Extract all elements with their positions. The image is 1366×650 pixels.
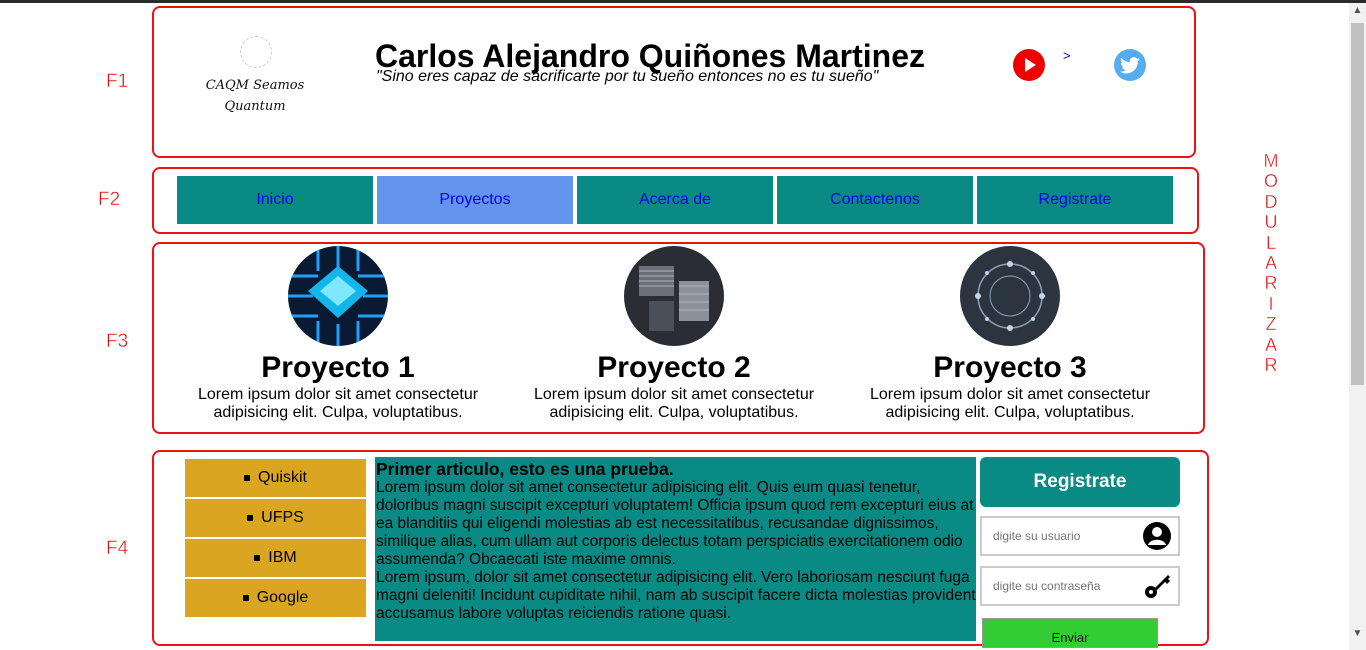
vertical-letter: R xyxy=(1264,273,1278,294)
nav-frame: Inicio Proyectos Acerca de Contactenos R… xyxy=(152,167,1199,234)
project-desc-line: adipisicing elit. Culpa, voluptatibus. xyxy=(885,404,1135,421)
nav-item-acerca-de[interactable]: Acerca de xyxy=(577,176,773,224)
project-3-image xyxy=(960,246,1060,346)
password-field xyxy=(980,566,1180,606)
project-desc-line: adipisicing elit. Culpa, voluptatibus. xyxy=(549,404,799,421)
article: Primer articulo, esto es una prueba. Lor… xyxy=(375,457,976,641)
menu-item-label: Quiskit xyxy=(258,469,307,486)
nav-item-inicio[interactable]: Inicio xyxy=(177,176,373,224)
vertical-letter: A xyxy=(1264,253,1277,274)
bullet-icon xyxy=(247,515,254,521)
project-desc-line: Lorem ipsum dolor sit amet consectetur xyxy=(197,386,479,403)
article-paragraph: Lorem ipsum, dolor sit amet consectetur … xyxy=(376,569,976,622)
arrow-link[interactable]: > xyxy=(1063,48,1071,63)
menu-item-google[interactable]: Google xyxy=(185,579,366,617)
logo-image xyxy=(240,36,272,68)
key-icon xyxy=(1145,575,1170,598)
article-paragraph: Lorem ipsum dolor sit amet consectetur a… xyxy=(376,479,974,568)
page-scrollbar[interactable]: ▲ ▼ xyxy=(1349,3,1366,650)
project-card: Proyecto 3 Lorem ipsum dolor sit amet co… xyxy=(842,244,1178,422)
vertical-letter: A xyxy=(1264,334,1277,355)
label-f1: F1 xyxy=(106,71,129,92)
scroll-thumb[interactable] xyxy=(1351,23,1364,385)
label-f3: F3 xyxy=(106,331,129,352)
bullet-icon xyxy=(242,595,249,601)
nav-item-registrate[interactable]: Registrate xyxy=(977,176,1173,224)
label-f2: F2 xyxy=(98,189,121,210)
user-icon xyxy=(1143,522,1171,550)
logo-text: CAQM Seamos Quantum xyxy=(205,78,305,114)
username-input[interactable] xyxy=(991,518,1145,554)
youtube-icon[interactable] xyxy=(1013,49,1045,81)
modularizar-label: M O D U L A R I Z A R xyxy=(1262,151,1280,375)
twitter-icon[interactable] xyxy=(1114,49,1146,81)
menu-item-label: IBM xyxy=(268,549,297,566)
scroll-up-icon[interactable]: ▲ xyxy=(1349,3,1366,19)
project-card: Proyecto 1 Lorem ipsum dolor sit amet co… xyxy=(170,244,506,422)
header-frame: CAQM Seamos Quantum Carlos Alejandro Qui… xyxy=(152,6,1196,158)
menu-item-label: UFPS xyxy=(261,509,304,526)
project-1-image xyxy=(288,246,388,346)
label-f4: F4 xyxy=(106,538,129,559)
vertical-letter: U xyxy=(1264,212,1278,233)
project-desc-line: adipisicing elit. Culpa, voluptatibus. xyxy=(213,404,463,421)
password-input[interactable] xyxy=(991,568,1145,604)
projects-frame: Proyecto 1 Lorem ipsum dolor sit amet co… xyxy=(152,242,1205,434)
project-card: Proyecto 2 Lorem ipsum dolor sit amet co… xyxy=(506,244,842,422)
vertical-letter: I xyxy=(1268,293,1274,314)
send-button[interactable]: Enviar xyxy=(982,618,1158,648)
project-title: Proyecto 3 xyxy=(933,351,1087,384)
project-title: Proyecto 1 xyxy=(261,351,415,384)
bullet-icon xyxy=(244,475,251,481)
main-nav: Inicio Proyectos Acerca de Contactenos R… xyxy=(177,176,1173,224)
project-2-image xyxy=(624,246,724,346)
side-menu: Quiskit UFPS IBM Google xyxy=(185,459,366,619)
register-header: Registrate xyxy=(980,457,1180,507)
vertical-letter: L xyxy=(1265,232,1276,253)
nav-item-contactenos[interactable]: Contactenos xyxy=(777,176,973,224)
menu-item-ibm[interactable]: IBM xyxy=(185,539,366,577)
project-title: Proyecto 2 xyxy=(597,351,751,384)
project-desc-line: Lorem ipsum dolor sit amet consectetur xyxy=(533,386,815,403)
menu-item-ufps[interactable]: UFPS xyxy=(185,499,366,537)
project-desc-line: Lorem ipsum dolor sit amet consectetur xyxy=(869,386,1151,403)
content-frame: Quiskit UFPS IBM Google Primer articulo,… xyxy=(152,450,1209,648)
nav-item-proyectos[interactable]: Proyectos xyxy=(377,176,573,224)
vertical-letter: D xyxy=(1264,191,1278,212)
username-field xyxy=(980,516,1180,556)
twitter-bird-icon xyxy=(1120,56,1140,73)
article-title: Primer articulo, esto es una prueba. xyxy=(376,459,674,479)
vertical-letter: O xyxy=(1263,171,1278,192)
menu-item-quiskit[interactable]: Quiskit xyxy=(185,459,366,497)
menu-item-label: Google xyxy=(256,589,309,606)
vertical-letter: R xyxy=(1264,355,1278,376)
header-quote: "Sino eres capaz de sacrificarte por tu … xyxy=(376,68,879,85)
vertical-letter: Z xyxy=(1265,314,1277,335)
vertical-letter: M xyxy=(1263,151,1279,171)
scroll-down-icon[interactable]: ▼ xyxy=(1349,626,1366,642)
bullet-icon xyxy=(254,555,261,561)
